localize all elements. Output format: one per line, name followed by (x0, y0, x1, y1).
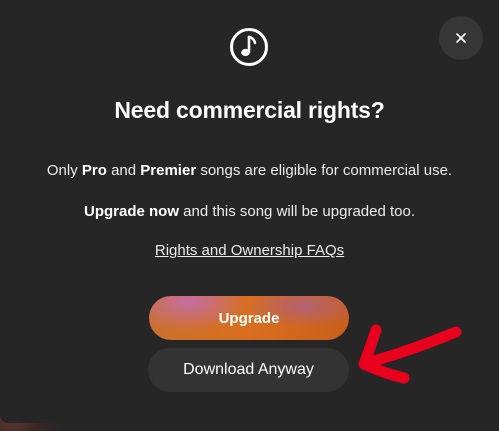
eligibility-middle: and (106, 162, 141, 179)
upgrade-button[interactable]: Upgrade (149, 296, 349, 340)
faq-link-row: Rights and Ownership FAQs (0, 242, 499, 259)
premier-label: Premier (140, 162, 197, 179)
music-note-icon (230, 28, 268, 66)
eligibility-prefix: Only (46, 162, 82, 179)
eligibility-text: Only Pro and Premier songs are eligible … (0, 162, 499, 179)
close-button[interactable] (439, 16, 483, 60)
upgrade-note-text: Upgrade now and this song will be upgrad… (0, 203, 499, 220)
pro-label: Pro (81, 162, 107, 179)
dialog-title: Need commercial rights? (114, 97, 385, 123)
download-anyway-button[interactable]: Download Anyway (148, 348, 349, 392)
eligibility-suffix: songs are eligible for commercial use. (196, 162, 453, 179)
upgrade-note-suffix: and this song will be upgraded too. (179, 203, 415, 220)
arrow-left-icon (358, 324, 462, 384)
rights-faq-link[interactable]: Rights and Ownership FAQs (155, 242, 344, 259)
upgrade-now-label: Upgrade now (83, 203, 179, 220)
close-icon (456, 33, 466, 43)
